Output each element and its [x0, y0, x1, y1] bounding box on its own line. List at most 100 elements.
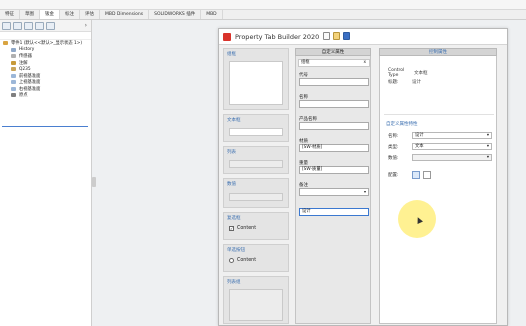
feature-tree-icon[interactable]: [2, 21, 11, 30]
caption-key: 标题:: [388, 80, 399, 85]
property-field-input[interactable]: [299, 100, 369, 108]
radio-icon: [229, 258, 234, 263]
tree-item-label: 上视基准面: [19, 80, 41, 86]
close-icon[interactable]: x: [363, 60, 366, 66]
property-field-input[interactable]: [SW-质量]: [299, 166, 369, 174]
palette-list-group-label: 列表组: [227, 280, 241, 285]
property-field-input[interactable]: ▾: [299, 188, 369, 196]
display-manager-icon[interactable]: [46, 21, 55, 30]
palette-textbox[interactable]: 文本框: [223, 114, 289, 142]
checkbox-preview-label: Content: [237, 226, 257, 231]
config-row: 配置:: [388, 171, 434, 179]
type-dropdown-value: 文本: [415, 144, 424, 149]
palette-checkbox[interactable]: 复选框 ✓ Content: [223, 212, 289, 240]
groupbox-title: 组框: [301, 60, 310, 65]
textbox-preview: [229, 128, 283, 136]
control-attributes-body: Control Type 文本框 标题: 设计 自定义属性特性 名称: 设计 ▾…: [379, 56, 497, 324]
name-dropdown-value: 设计: [415, 133, 424, 138]
property-field: 名称: [299, 94, 369, 108]
control-attributes-column: 控制属性 Control Type 文本框 标题: 设计 自定义属性特性 名称:…: [379, 48, 497, 324]
tree-item-icon: [11, 60, 16, 65]
tree-item-icon: [11, 93, 16, 98]
window-toolbar: [323, 32, 350, 40]
tab-sheet-metal[interactable]: 钣金: [40, 10, 60, 19]
tree-item-label: 原点: [19, 93, 28, 99]
caption-value[interactable]: 设计: [412, 79, 421, 85]
chevron-right-icon[interactable]: ›: [85, 22, 87, 29]
number-preview: [229, 193, 283, 201]
property-field-input[interactable]: [SW-材质]: [299, 144, 369, 152]
window-titlebar: Property Tab Builder 2020: [219, 29, 507, 45]
tree-root-label: 零件1 (默认<<默认>_显示状态 1>): [11, 41, 83, 47]
control-type-row: Control Type 文本框: [388, 68, 428, 78]
tab-mbd-dimensions[interactable]: MBD Dimensions: [100, 10, 150, 19]
tree-item-label: History: [19, 47, 35, 53]
list-preview: [229, 160, 283, 168]
window-title: Property Tab Builder 2020: [235, 32, 320, 41]
checkbox-checked-icon: ✓: [229, 226, 234, 231]
tab-features[interactable]: 特征: [0, 10, 20, 19]
radio-preview: Content: [224, 255, 288, 266]
custom-properties-body: 组框 x 代号 名称 产品名称 材质 [SW-材质] 重量 [SW-质量] 备注 ▾ 设计: [295, 56, 371, 324]
tab-evaluate[interactable]: 评估: [80, 10, 100, 19]
palette-groupbox[interactable]: 组框: [223, 48, 289, 110]
tree-item-icon: [11, 54, 16, 59]
type-key: 类型:: [388, 144, 399, 150]
property-field: 重量 [SW-质量]: [299, 160, 369, 174]
name-dropdown[interactable]: 设计 ▾: [412, 132, 492, 139]
dimxpert-icon[interactable]: [35, 21, 44, 30]
control-attributes-header: 控制属性: [379, 48, 497, 56]
palette-number[interactable]: 数值: [223, 178, 289, 208]
tab-mbd[interactable]: MBD: [201, 10, 223, 19]
palette-radio[interactable]: 单选按钮 Content: [223, 244, 289, 272]
control-type-key: Control Type: [388, 68, 405, 78]
list-group-preview: [229, 289, 283, 321]
command-manager-tabs: 特征 草图 钣金 标注 评估 MBD Dimensions SOLIDWORKS…: [0, 10, 526, 20]
tree-item[interactable]: 原点: [0, 92, 91, 99]
custom-properties-column: 自定义属性 组框 x 代号 名称 产品名称 材质 [SW-材质] 重量 [SW-质量] 备注 ▾…: [295, 48, 371, 324]
tree-item-label: Q235: [19, 66, 31, 72]
tab-sketch[interactable]: 草图: [20, 10, 40, 19]
palette-groupbox-label: 组框: [227, 52, 236, 57]
property-field: 材质 [SW-材质]: [299, 138, 369, 152]
caption-row: 标题: 设计: [388, 79, 421, 85]
save-icon[interactable]: [343, 32, 350, 40]
type-dropdown[interactable]: 文本 ▾: [412, 143, 492, 150]
property-manager-icon[interactable]: [13, 21, 22, 30]
palette-textbox-label: 文本框: [227, 118, 241, 123]
panel-splitter-handle[interactable]: [92, 177, 96, 187]
palette-list-group[interactable]: 列表组: [223, 276, 289, 324]
groupbox-header[interactable]: 组框 x: [298, 59, 370, 67]
feature-manager-panel: › 零件1 (默认<<默认>_显示状态 1>) History 传感器 注解 Q235…: [0, 20, 92, 326]
control-type-value: 文本框: [414, 71, 428, 76]
property-field: 产品名称: [299, 116, 369, 130]
palette-list[interactable]: 列表: [223, 146, 289, 174]
tree-item-label: 右视基准面: [19, 86, 41, 92]
property-tab-builder-window: Property Tab Builder 2020 组框 文本框 列表 数值 复…: [218, 28, 508, 326]
tree-item-icon: [11, 47, 16, 52]
tree-item-label: 前视基准面: [19, 73, 41, 79]
property-field-value: [SW-质量]: [302, 167, 323, 172]
tree-root-part[interactable]: 零件1 (默认<<默认>_显示状态 1>): [0, 40, 91, 47]
property-field-input[interactable]: [299, 122, 369, 130]
tree-item-icon: [11, 73, 16, 78]
new-file-icon[interactable]: [323, 32, 330, 40]
value-row: 数值: ▾: [388, 154, 492, 161]
checkbox-preview: ✓ Content: [224, 223, 288, 234]
property-field-input[interactable]: 设计: [299, 208, 369, 216]
config-specific-icon[interactable]: [412, 171, 420, 179]
property-field-input[interactable]: [299, 78, 369, 86]
tree-item-icon: [11, 80, 16, 85]
filter-bar[interactable]: [0, 32, 91, 40]
property-field-value: 设计: [302, 209, 311, 214]
rollback-bar[interactable]: [2, 126, 88, 127]
configuration-manager-icon[interactable]: [24, 21, 33, 30]
tab-annotation[interactable]: 标注: [60, 10, 80, 19]
open-folder-icon[interactable]: [333, 32, 340, 40]
palette-radio-label: 单选按钮: [227, 248, 245, 253]
value-dropdown[interactable]: ▾: [412, 154, 492, 161]
tab-solidworks-addins[interactable]: SOLIDWORKS 插件: [149, 10, 202, 19]
radio-preview-label: Content: [237, 258, 257, 263]
config-all-icon[interactable]: [423, 171, 431, 179]
command-ribbon: [0, 0, 526, 10]
